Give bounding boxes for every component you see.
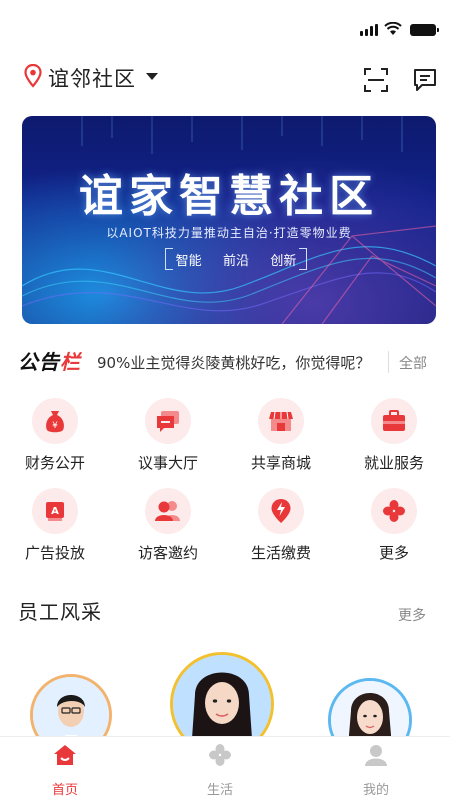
staff-more-link[interactable]: 更多	[398, 605, 426, 625]
service-ads[interactable]: A 广告投放	[5, 488, 105, 568]
service-label: 共享商城	[250, 454, 311, 472]
chevron-down-icon[interactable]	[146, 73, 158, 80]
service-label: 更多	[378, 544, 409, 562]
svg-text:¥: ¥	[52, 421, 58, 431]
tab-label: 生活	[206, 783, 233, 798]
wifi-icon	[384, 22, 402, 35]
ad-icon: A	[46, 502, 64, 521]
section-title: 员工风采	[18, 600, 102, 624]
service-mall[interactable]: 共享商城	[231, 398, 331, 478]
chat-icon	[157, 411, 179, 432]
briefcase-icon	[383, 410, 405, 431]
notice-logo: 公告栏	[18, 350, 81, 374]
life-icon	[209, 744, 231, 766]
scan-icon[interactable]	[364, 68, 388, 92]
payment-icon	[271, 499, 291, 523]
store-icon	[269, 411, 293, 431]
service-visitors[interactable]: 访客邀约	[118, 488, 218, 568]
community-name[interactable]: 谊邻社区	[48, 63, 136, 93]
banner-tag: 创新	[270, 253, 297, 269]
service-employment[interactable]: 就业服务	[344, 398, 444, 478]
service-more[interactable]: 更多	[344, 488, 444, 568]
message-icon[interactable]	[412, 67, 438, 93]
notice-text[interactable]: 90%业主觉得炎陵黄桃好吃，你觉得呢？	[97, 352, 370, 373]
profile-icon	[365, 745, 387, 766]
banner-subtitle: 以AIOT科技力量推动主自治·打造零物业费	[106, 226, 352, 240]
more-icon	[383, 500, 405, 522]
home-icon	[54, 745, 76, 765]
status-bar	[0, 0, 450, 52]
svg-text:A: A	[51, 506, 59, 517]
services-grid: ¥ 财务公开 议事大厅 共享商城 就业服务 A 广告投放 访客邀约 生活缴费 更…	[0, 398, 450, 578]
money-bag-icon: ¥	[46, 411, 64, 433]
battery-icon	[410, 24, 439, 36]
notice-bar: 公告栏 90%业主觉得炎陵黄桃好吃，你觉得呢？ 全部	[0, 342, 450, 378]
service-payment[interactable]: 生活缴费	[231, 488, 331, 568]
tab-life[interactable]: 生活	[170, 741, 270, 798]
service-label: 访客邀约	[137, 544, 198, 562]
visitors-icon	[155, 501, 180, 521]
service-discussion[interactable]: 议事大厅	[118, 398, 218, 478]
signal-icon	[360, 24, 378, 36]
tab-label: 我的	[362, 783, 389, 798]
notice-all-link[interactable]: 全部	[399, 353, 427, 373]
divider	[388, 351, 389, 373]
service-label: 生活缴费	[250, 544, 311, 562]
tab-bar: 首页 生活 我的	[0, 736, 450, 800]
tab-label: 首页	[51, 783, 78, 798]
banner-tags: 智能 前沿 创新	[165, 248, 307, 270]
header: 谊邻社区	[0, 56, 450, 100]
location-pin-icon	[24, 64, 42, 88]
tab-home[interactable]: 首页	[15, 741, 115, 798]
banner-tag: 前沿	[222, 253, 249, 269]
promo-banner[interactable]: 谊家智慧社区 以AIOT科技力量推动主自治·打造零物业费 智能 前沿 创新	[22, 116, 436, 324]
banner-tag: 智能	[175, 253, 202, 269]
banner-title: 谊家智慧社区	[79, 171, 379, 222]
tab-profile[interactable]: 我的	[326, 741, 426, 798]
service-label: 财务公开	[24, 454, 85, 472]
service-finance[interactable]: ¥ 财务公开	[5, 398, 105, 478]
service-label: 广告投放	[24, 544, 85, 562]
service-label: 议事大厅	[137, 454, 198, 472]
service-label: 就业服务	[363, 454, 424, 472]
